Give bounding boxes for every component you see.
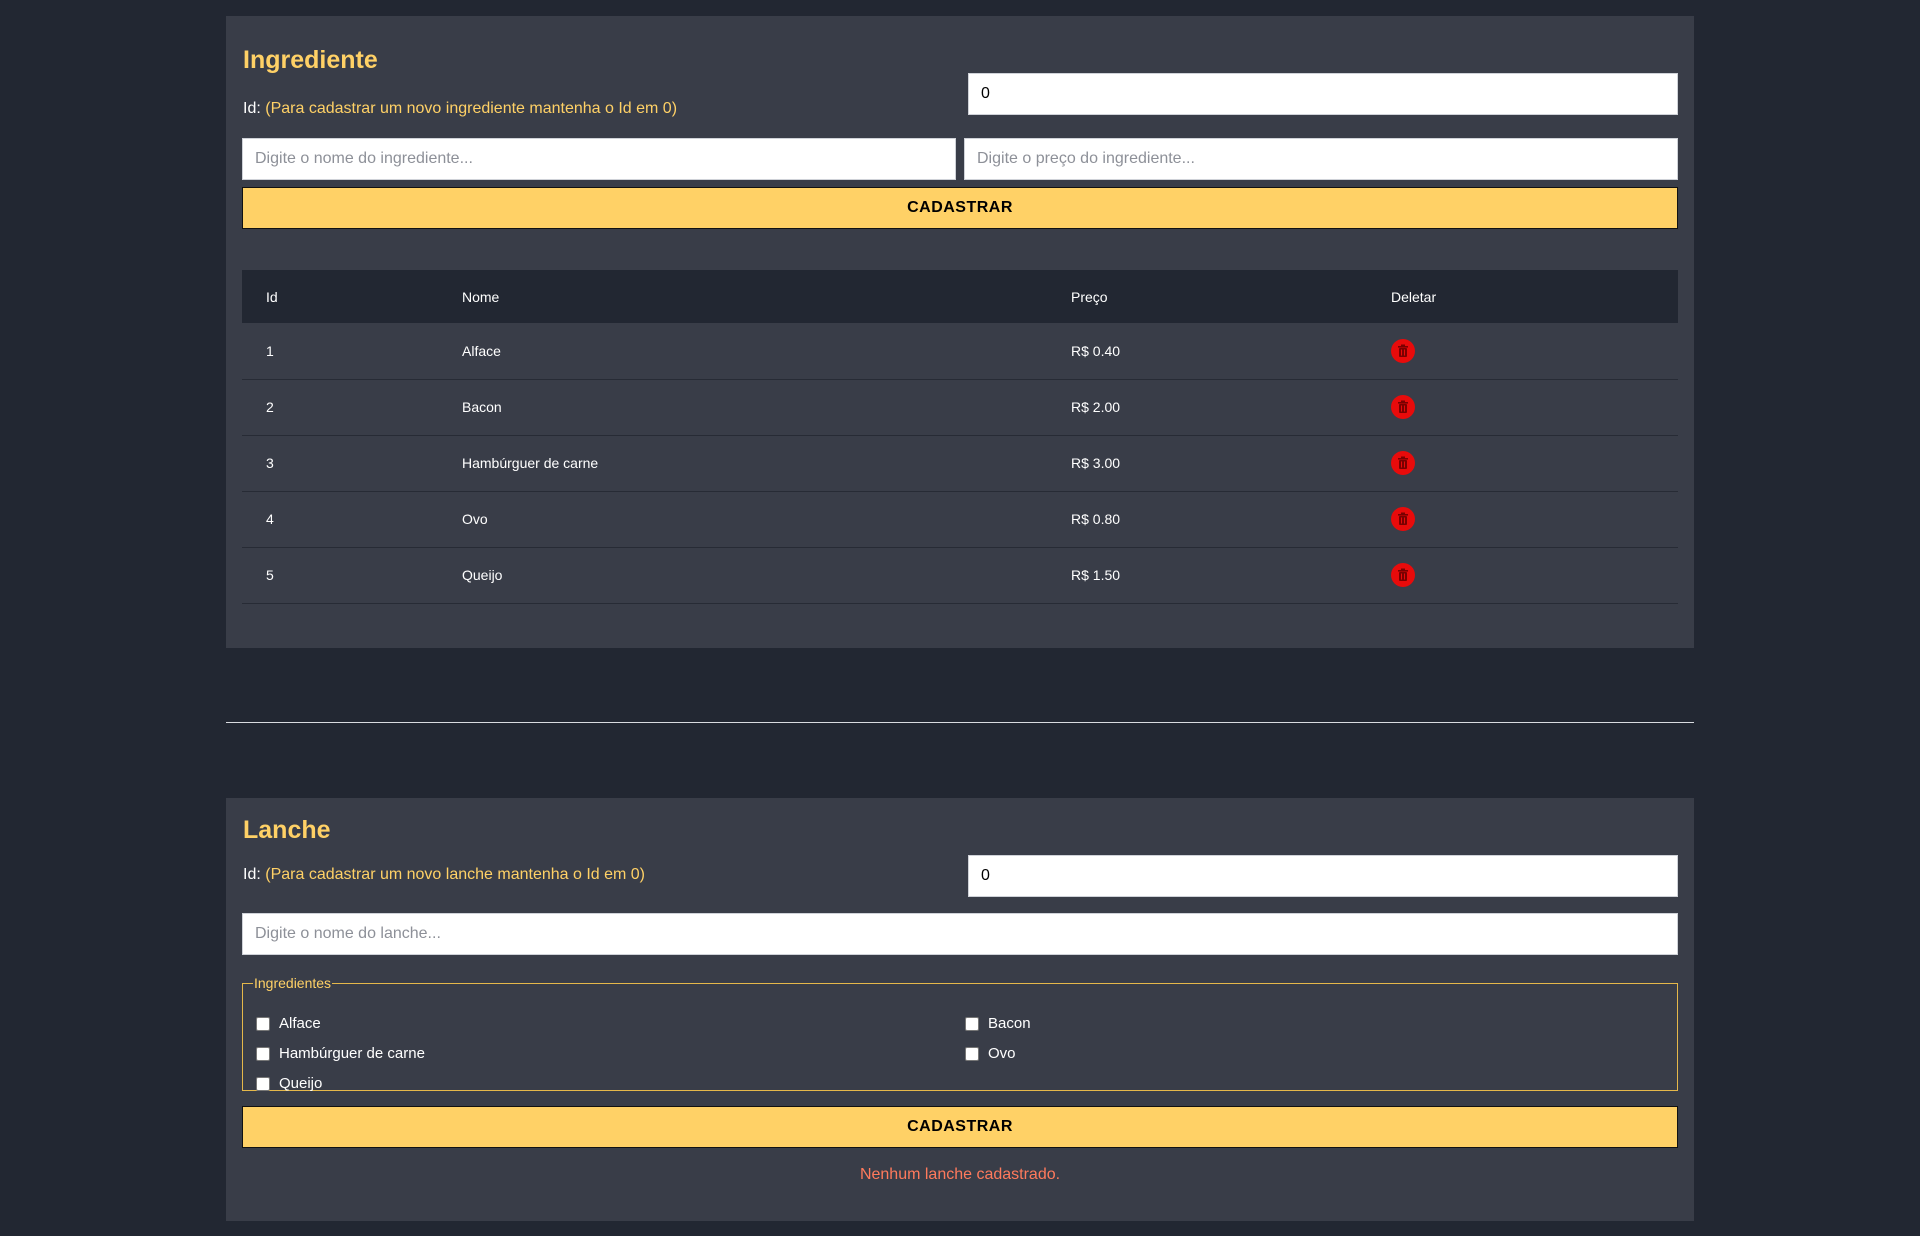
id-label-text: Id:	[243, 866, 261, 883]
checkbox-alface[interactable]: Alface	[256, 1015, 321, 1032]
checkbox-box[interactable]	[256, 1076, 270, 1091]
checkbox-label: Hambúrguer de carne	[279, 1045, 425, 1062]
ingredientes-legend: Ingredientes	[254, 975, 332, 991]
checkbox-box[interactable]	[256, 1016, 270, 1031]
row-id: 3	[266, 455, 274, 471]
table-row: 1 Alface R$ 0.40	[242, 323, 1678, 379]
checkbox-ovo[interactable]: Ovo	[965, 1045, 1016, 1062]
checkbox-label: Alface	[279, 1015, 321, 1032]
ingrediente-card: Ingrediente Id: (Para cadastrar um novo …	[226, 16, 1694, 648]
checkbox-box[interactable]	[965, 1046, 979, 1061]
table-row: 3 Hambúrguer de carne R$ 3.00	[242, 435, 1678, 491]
row-preco: R$ 2.00	[1071, 399, 1121, 415]
ingrediente-title: Ingrediente	[243, 46, 378, 74]
trash-icon	[1398, 512, 1408, 525]
ingrediente-preco-input[interactable]	[964, 138, 1678, 180]
row-preco: R$ 0.40	[1071, 342, 1121, 359]
table-row: 5 Queijo R$ 1.50	[242, 547, 1678, 603]
checkbox-box[interactable]	[965, 1016, 979, 1031]
lanche-card: Lanche Id: (Para cadastrar um novo lanch…	[226, 798, 1694, 1221]
id-label-text: Id:	[243, 100, 261, 117]
checkbox-label: Bacon	[988, 1015, 1031, 1032]
lanche-title: Lanche	[243, 816, 331, 844]
ingredientes-table: Id Nome Preço Deletar 1 Alface R$ 0.40 2…	[242, 270, 1678, 604]
page: Ingrediente Id: (Para cadastrar um novo …	[0, 0, 1920, 1236]
ingrediente-cadastrar-button[interactable]: CADASTRAR	[242, 187, 1678, 229]
trash-icon	[1398, 400, 1408, 413]
trash-icon	[1398, 344, 1408, 357]
row-preco: R$ 3.00	[1071, 455, 1121, 471]
row-id: 1	[266, 342, 274, 359]
id-hint: (Para cadastrar um novo ingrediente mant…	[265, 100, 678, 117]
trash-icon	[1398, 568, 1408, 581]
header-preco: Preço	[1071, 288, 1108, 305]
table-header-row: Id Nome Preço Deletar	[242, 270, 1678, 323]
row-id: 2	[266, 399, 274, 415]
table-row: 4 Ovo R$ 0.80	[242, 491, 1678, 547]
row-nome: Hambúrguer de carne	[462, 455, 599, 471]
row-id: 5	[266, 567, 274, 583]
section-divider	[226, 722, 1694, 723]
header-id: Id	[266, 288, 278, 305]
header-nome: Nome	[462, 288, 500, 305]
lanche-nome-input[interactable]	[242, 913, 1678, 955]
row-nome: Bacon	[462, 399, 502, 415]
row-preco: R$ 0.80	[1071, 511, 1121, 527]
ingredientes-fieldset: Ingredientes Alface Bacon Hambúrguer de …	[242, 975, 1678, 1092]
row-nome: Queijo	[462, 567, 503, 583]
checkbox-box[interactable]	[256, 1046, 270, 1061]
delete-button[interactable]	[1391, 563, 1415, 587]
lanche-id-input[interactable]	[968, 855, 1678, 897]
row-nome: Ovo	[462, 511, 488, 527]
trash-icon	[1398, 456, 1408, 469]
ingrediente-id-label: Id: (Para cadastrar um novo ingrediente …	[243, 100, 677, 118]
row-preco: R$ 1.50	[1071, 567, 1121, 583]
lanche-cadastrar-button[interactable]: CADASTRAR	[242, 1106, 1678, 1148]
id-hint: (Para cadastrar um novo lanche mantenha …	[265, 866, 646, 883]
ingrediente-id-input[interactable]	[968, 73, 1678, 115]
empty-lanches-message: Nenhum lanche cadastrado.	[859, 1166, 1061, 1183]
checkbox-label: Ovo	[988, 1045, 1016, 1062]
delete-button[interactable]	[1391, 507, 1415, 531]
delete-button[interactable]	[1391, 338, 1415, 363]
ingrediente-nome-input[interactable]	[242, 138, 956, 180]
checkbox-queijo[interactable]: Queijo	[256, 1075, 322, 1092]
row-id: 4	[266, 511, 274, 527]
checkbox-bacon[interactable]: Bacon	[965, 1015, 1031, 1032]
checkbox-label: Queijo	[279, 1075, 323, 1092]
row-nome: Alface	[462, 342, 501, 359]
table-row: 2 Bacon R$ 2.00	[242, 379, 1678, 435]
delete-button[interactable]	[1391, 395, 1415, 419]
checkbox-hamburguer[interactable]: Hambúrguer de carne	[256, 1045, 425, 1062]
lanche-id-label: Id: (Para cadastrar um novo lanche mante…	[243, 866, 645, 884]
delete-button[interactable]	[1391, 451, 1415, 475]
header-deletar: Deletar	[1391, 288, 1437, 305]
